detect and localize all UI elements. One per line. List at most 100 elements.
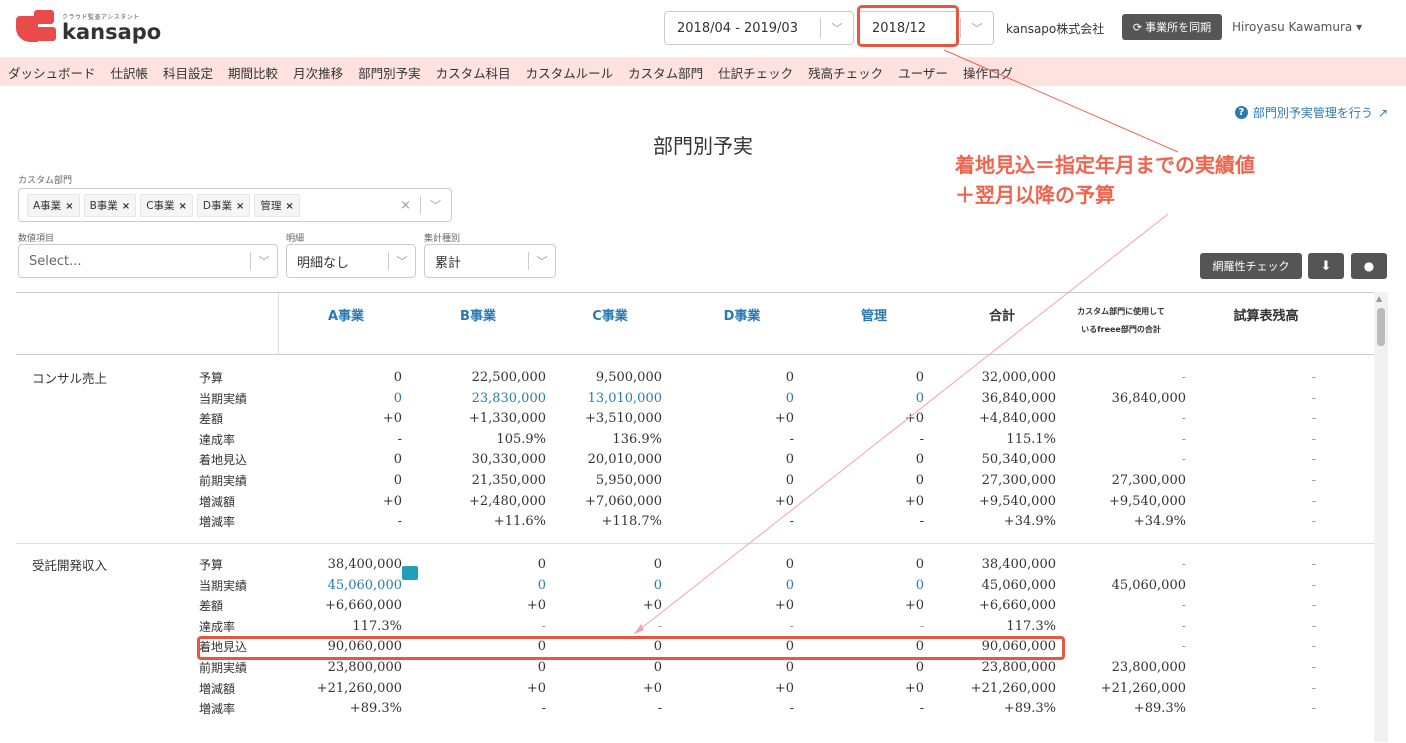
table-cell: 23,800,000 [1111,660,1186,675]
table-cell: 0 [915,473,924,488]
table-cell: 9,500,000 [595,370,662,385]
annotation-text: 着地見込＝指定年月までの実績値 ＋翌月以降の予算 [955,150,1255,210]
table-cell[interactable]: 45,060,000 [328,576,402,596]
table-cell: 22,500,000 [471,370,546,385]
table-cell[interactable]: 23,830,000 [472,389,546,409]
nav-item-dashboard[interactable]: ダッシュボード [8,63,96,82]
row-label: 達成率 [199,619,236,634]
table-cell[interactable]: 0 [786,389,794,409]
tag-mgmt[interactable]: 管理 × [254,193,300,217]
table-cell: - [1311,411,1316,427]
table-row: 前期実績 23,800,000 0 0 0 0 23,800,000 23,800,000 - [16,658,1374,678]
nav-item-journal[interactable]: 仕訳帳 [111,63,149,82]
nav-item-monthly-trend[interactable]: 月次推移 [293,63,343,82]
table-cell: - [1181,557,1186,572]
table-cell: 0 [393,370,402,385]
nav-item-period-compare[interactable]: 期間比較 [228,63,278,82]
note-icon[interactable] [402,566,418,580]
row-label: 増減率 [199,702,236,717]
sync-office-button[interactable]: ⟳ 事業所を同期 [1122,14,1222,40]
period-select[interactable]: 2018/04 - 2019/03 ﹀ [664,11,854,45]
table-cell: +34.9% [1003,514,1056,530]
table-cell: 0 [915,452,924,468]
row-label: 前期実績 [199,661,248,675]
table-cell: 0 [537,660,546,675]
detail-label: 明細 [286,234,305,244]
row-label: 差額 [199,412,224,427]
numeric-item-placeholder: Select... [29,253,82,269]
table-cell: 45,060,000 [1111,577,1186,593]
user-menu[interactable]: Hiroyasu Kawamura ▾ [1232,20,1362,34]
table-cell: - [397,431,402,447]
table-row: 差額 +6,660,000 +0 +0 +0 +0 +6,660,000 - - [16,596,1374,616]
month-highlight-box [857,5,959,47]
nav-item-balance-check[interactable]: 残高チェック [808,63,883,82]
chevron-down-icon: ﹀ [536,255,548,268]
remove-tag-icon[interactable]: × [179,201,187,212]
remove-tag-icon[interactable]: × [285,201,293,212]
budget-table: A事業 B事業 C事業 D事業 管理 合計 カスタム部門に使用して いるfree… [16,292,1374,742]
table-cell[interactable]: 0 [786,576,794,596]
nav-item-users[interactable]: ユーザー [898,63,948,82]
tag-c[interactable]: C事業 × [140,193,193,217]
table-cell: - [1181,618,1186,634]
tag-b[interactable]: B事業 × [83,193,137,217]
numeric-item-select[interactable]: Select... ﹀ [18,244,278,278]
remove-tag-icon[interactable]: × [65,201,73,212]
row-label: 着地見込 [199,453,248,468]
table-cell: +34.9% [1133,514,1186,530]
row-label: 当期実績 [199,578,248,593]
nav-item-dept-budget[interactable]: 部門別予実 [358,63,421,82]
custom-dept-multiselect[interactable]: A事業 × B事業 × C事業 × D事業 × 管理 × × ﹀ [18,188,452,222]
nav-item-custom-dept[interactable]: カスタム部門 [628,63,703,82]
period-value: 2018/04 - 2019/03 [677,20,798,36]
tag-a[interactable]: A事業 × [27,193,80,217]
remove-tag-icon[interactable]: × [122,201,130,212]
vertical-scrollbar[interactable]: ▲ [1374,292,1388,742]
table-cell: +0 [774,598,794,614]
table-cell[interactable]: 0 [538,576,546,596]
completeness-check-button[interactable]: 網羅性チェック [1200,253,1302,279]
table-cell: - [657,618,662,634]
header-c[interactable]: C事業 [580,305,640,324]
download-button[interactable]: ⬇ [1308,253,1344,279]
table-cell: +0 [382,411,402,427]
table-cell: 0 [915,557,924,572]
clear-all-icon[interactable]: × [400,198,411,213]
nav-item-journal-check[interactable]: 仕訳チェック [718,63,793,82]
help-link[interactable]: ? 部門別予実管理を行う ↗ [1234,104,1388,121]
tag-d[interactable]: D事業 × [196,193,251,217]
detail-select[interactable]: 明細なし ﹀ [286,244,416,278]
table-cell[interactable]: 0 [394,389,402,409]
header-mgmt[interactable]: 管理 [844,305,904,324]
table-cell: +1,330,000 [468,411,546,427]
table-cell[interactable]: 0 [654,576,662,596]
nav-item-custom-rule[interactable]: カスタムルール [526,63,614,82]
header-d[interactable]: D事業 [712,305,772,324]
table-cell: 23,800,000 [981,660,1056,675]
table-cell: 136.9% [612,431,662,447]
comment-button[interactable]: ● [1351,253,1387,279]
remove-tag-icon[interactable]: × [236,201,244,212]
table-cell: 0 [393,452,402,468]
table-cell: - [1181,639,1186,655]
header-a[interactable]: A事業 [316,305,376,324]
scrollbar-thumb[interactable] [1377,308,1385,346]
table-cell: - [789,431,794,447]
kansapo-logo[interactable]: クラウド監査アシスタント kansapo [16,10,161,44]
table-cell[interactable]: 0 [916,576,924,596]
agg-type-select[interactable]: 累計 ﹀ [424,244,556,278]
table-cell[interactable]: 0 [916,389,924,409]
nav-item-account-settings[interactable]: 科目設定 [163,63,213,82]
table-cell: - [1311,452,1316,468]
header-b[interactable]: B事業 [448,305,508,324]
table-cell: +0 [774,411,794,427]
table-cell: - [1311,701,1316,717]
logo-mark-icon [16,10,58,44]
nav-item-operation-log[interactable]: 操作ログ [963,63,1013,82]
nav-item-custom-account[interactable]: カスタム科目 [436,63,511,82]
table-cell: +0 [904,680,924,696]
row-label: 増減額 [199,681,236,696]
table-cell[interactable]: 13,010,000 [588,389,662,409]
table-row: 着地見込 0 30,330,000 20,010,000 0 0 50,340,000 - - [16,450,1374,470]
